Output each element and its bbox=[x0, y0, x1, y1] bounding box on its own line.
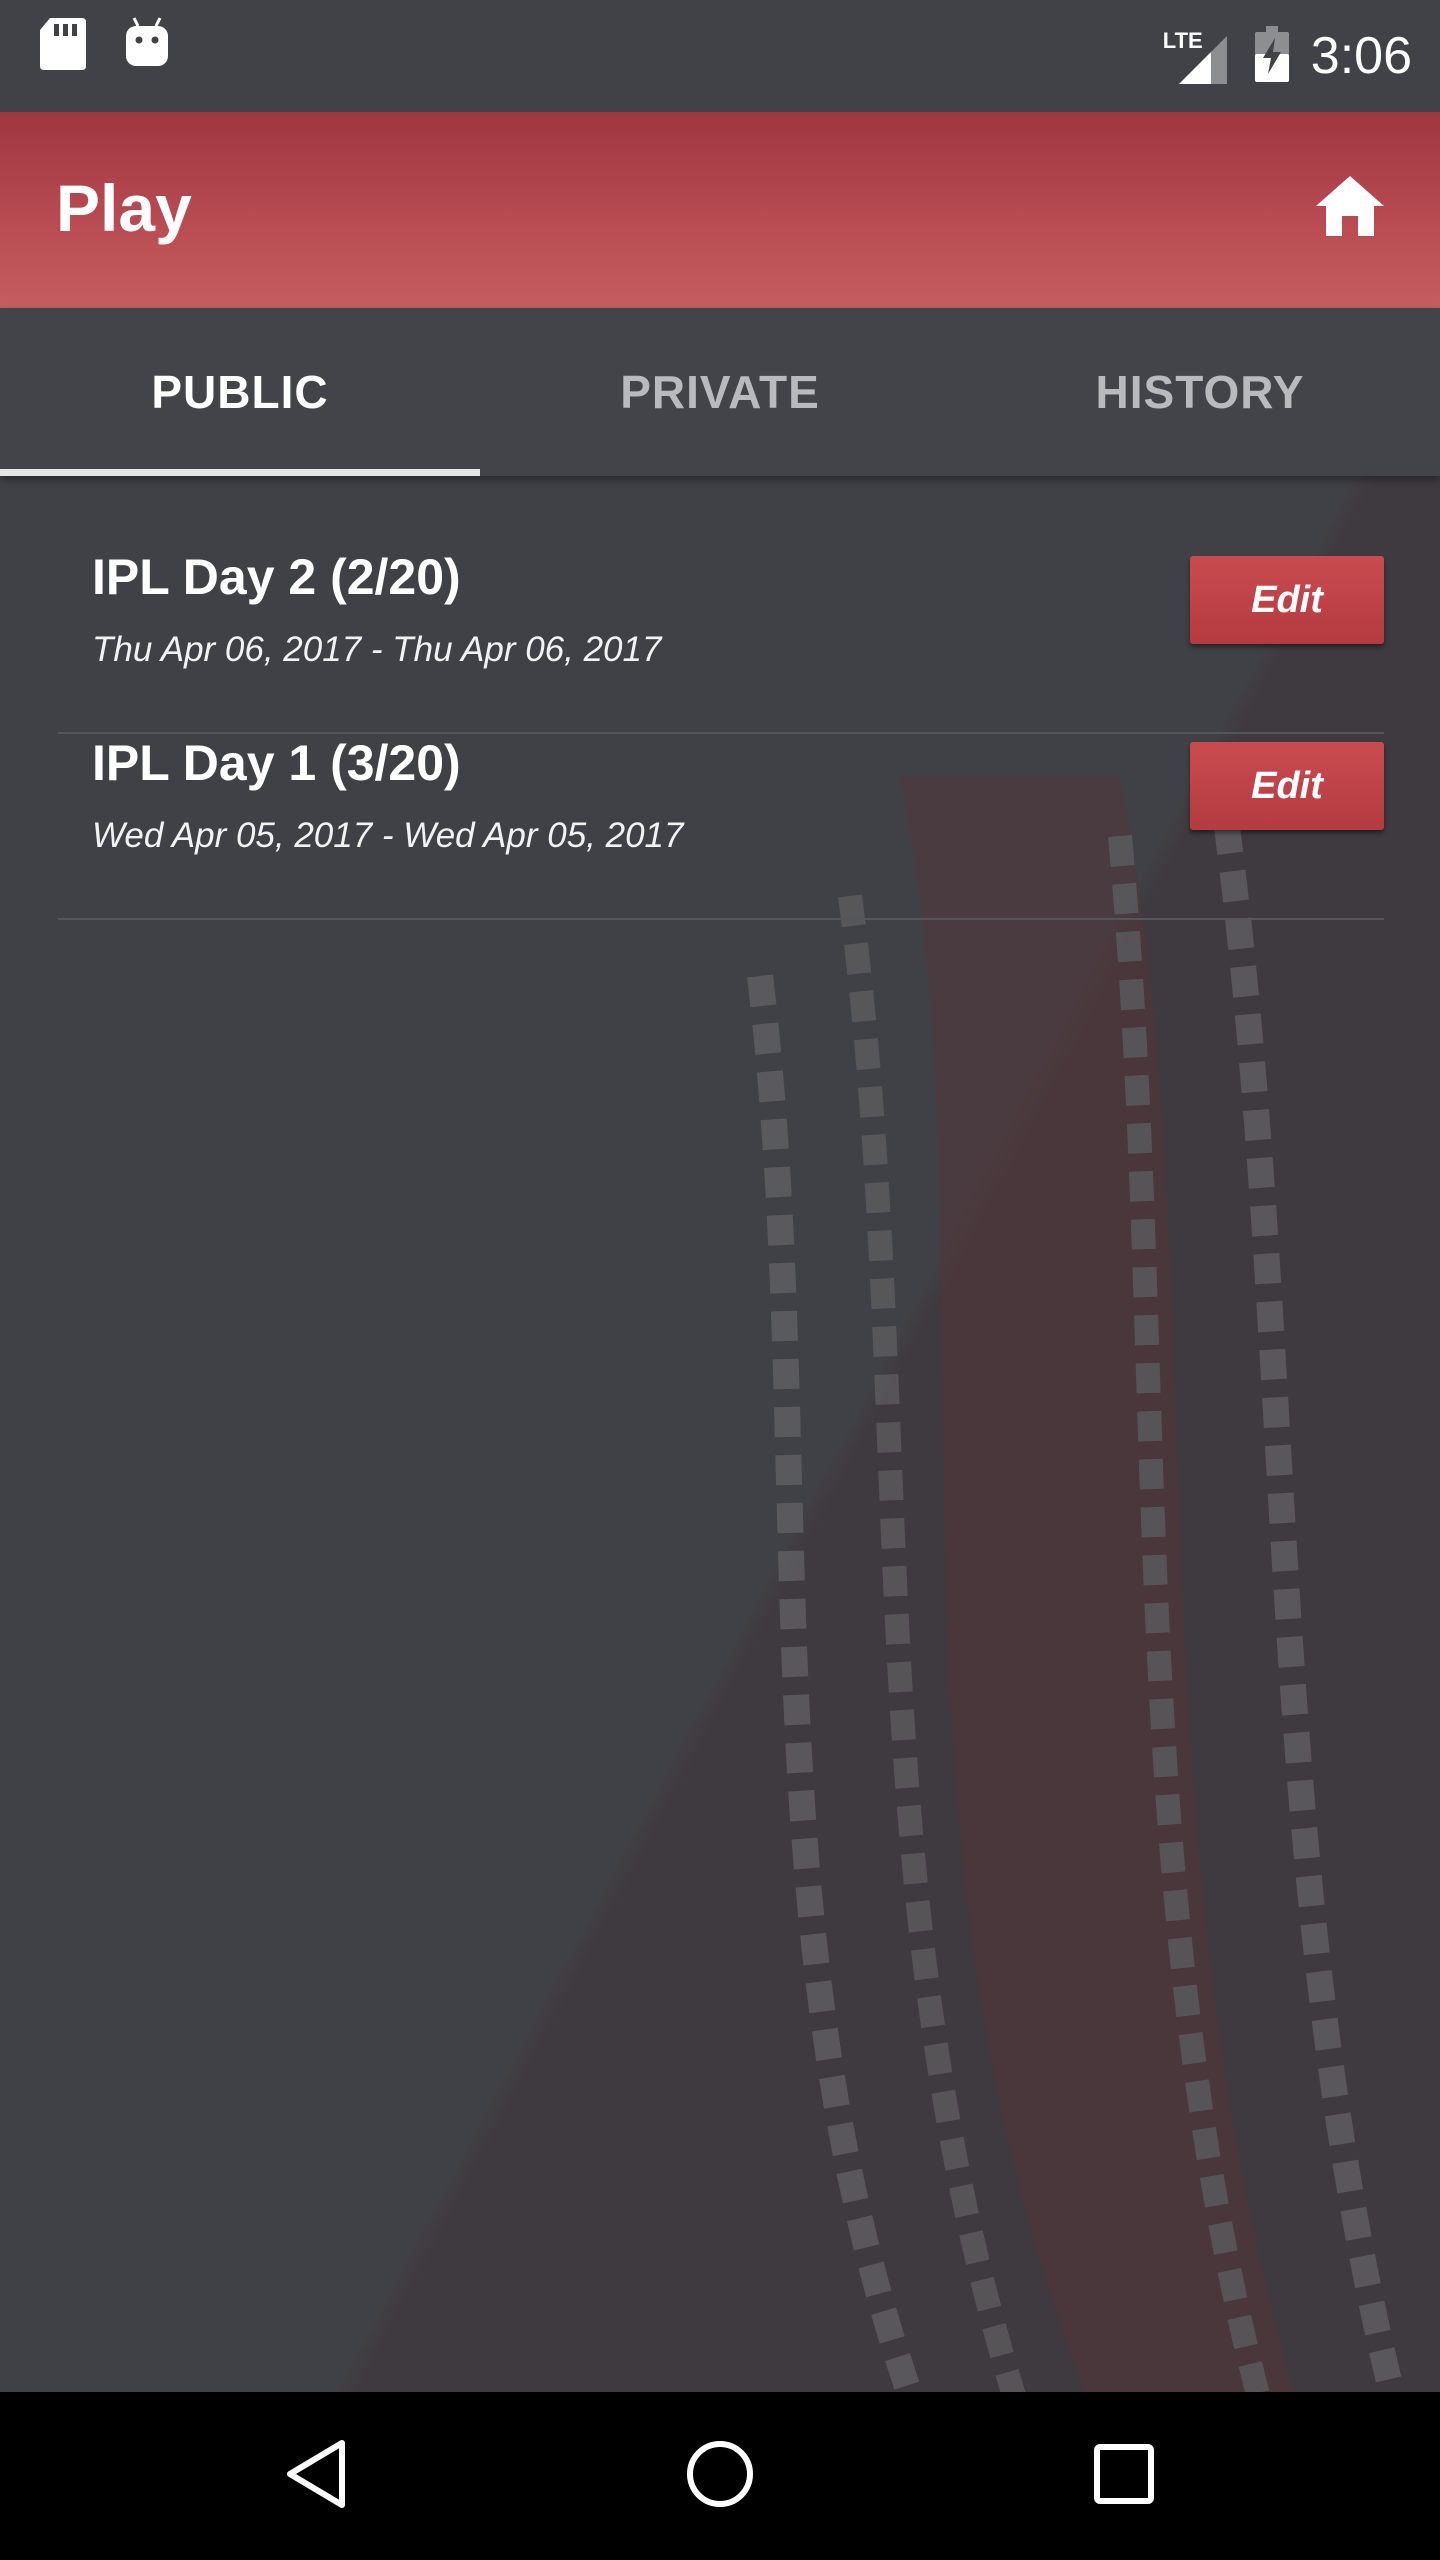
match-title: IPL Day 2 (2/20) bbox=[92, 549, 461, 605]
match-list-container[interactable]: IPL Day 2 (2/20) Thu Apr 06, 2017 - Thu … bbox=[0, 476, 1440, 2392]
back-icon bbox=[284, 2439, 348, 2514]
screen: LTE 3:06 Play PUBLIC PRIVATE HISTORY IPL… bbox=[0, 0, 1440, 2560]
tab-history[interactable]: HISTORY bbox=[960, 308, 1440, 476]
list-item[interactable]: IPL Day 1 (3/20) Wed Apr 05, 2017 - Wed … bbox=[58, 734, 1384, 920]
recents-icon bbox=[1093, 2443, 1155, 2510]
match-dates: Wed Apr 05, 2017 - Wed Apr 05, 2017 bbox=[92, 816, 684, 855]
app-bar: Play bbox=[0, 112, 1440, 308]
signal-icon: LTE bbox=[1163, 28, 1227, 84]
battery-charging-icon bbox=[1254, 25, 1289, 87]
status-right-cluster: LTE 3:06 bbox=[1163, 0, 1412, 112]
match-title: IPL Day 1 (3/20) bbox=[92, 735, 461, 791]
status-bar: LTE 3:06 bbox=[0, 0, 1440, 112]
match-dates: Thu Apr 06, 2017 - Thu Apr 06, 2017 bbox=[92, 630, 662, 669]
home-nav-button[interactable] bbox=[670, 2426, 770, 2526]
match-list: IPL Day 2 (2/20) Thu Apr 06, 2017 - Thu … bbox=[58, 548, 1384, 920]
edit-button[interactable]: Edit bbox=[1190, 742, 1384, 830]
list-item[interactable]: IPL Day 2 (2/20) Thu Apr 06, 2017 - Thu … bbox=[58, 548, 1384, 734]
tab-public[interactable]: PUBLIC bbox=[0, 308, 480, 476]
cricket-ball-seam-background bbox=[747, 776, 1405, 2392]
back-button[interactable] bbox=[266, 2426, 366, 2526]
edit-button[interactable]: Edit bbox=[1190, 556, 1384, 644]
home-circle-icon bbox=[685, 2439, 755, 2514]
tab-private-label: PRIVATE bbox=[620, 366, 820, 418]
status-time: 3:06 bbox=[1310, 27, 1412, 85]
recents-button[interactable] bbox=[1074, 2426, 1174, 2526]
tab-bar: PUBLIC PRIVATE HISTORY bbox=[0, 308, 1440, 476]
tab-indicator bbox=[0, 469, 480, 476]
sd-card-icon bbox=[38, 16, 88, 77]
tab-private[interactable]: PRIVATE bbox=[480, 308, 960, 476]
tab-history-label: HISTORY bbox=[1095, 366, 1305, 418]
home-icon bbox=[1314, 174, 1386, 243]
home-button[interactable] bbox=[1304, 162, 1396, 254]
navigation-bar bbox=[0, 2392, 1440, 2560]
tab-public-label: PUBLIC bbox=[151, 366, 329, 418]
android-icon bbox=[124, 16, 170, 73]
page-title: Play bbox=[56, 171, 192, 245]
